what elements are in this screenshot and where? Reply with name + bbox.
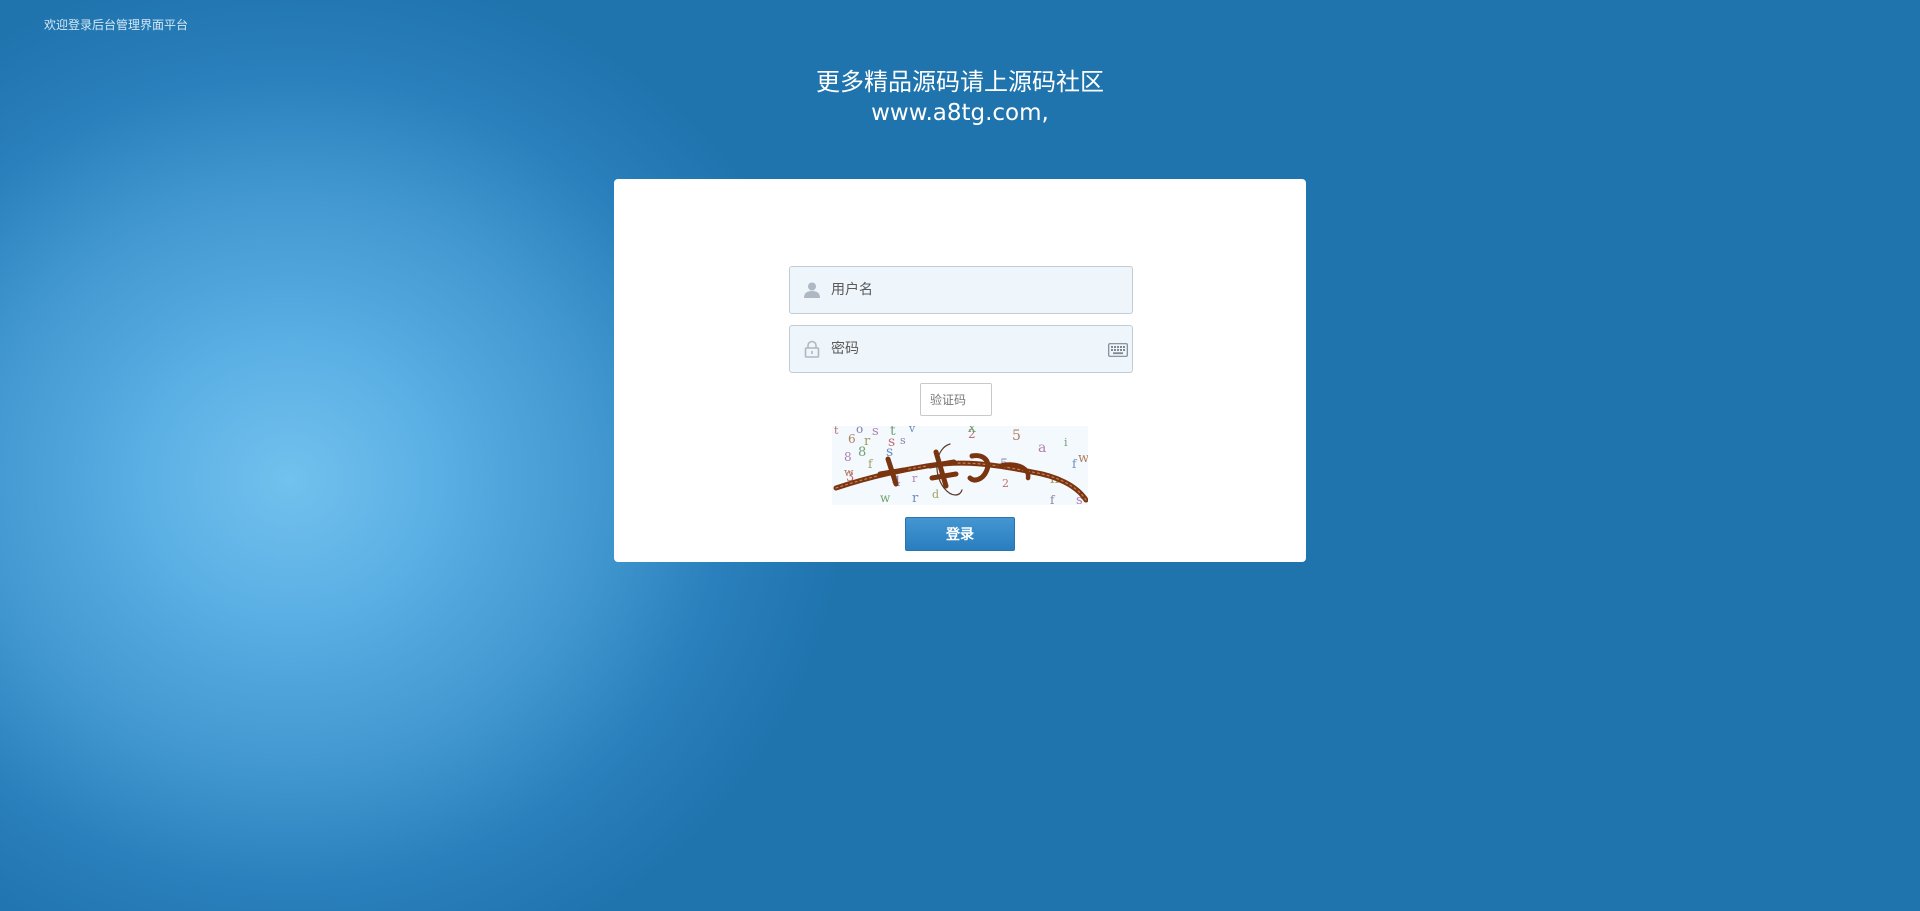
captcha-squiggle: [833, 443, 1089, 503]
captcha-noise-char: 6: [848, 432, 856, 446]
lock-icon: [802, 339, 822, 359]
password-field-wrapper: [789, 325, 1133, 373]
welcome-text: 欢迎登录后台管理界面平台: [44, 18, 189, 32]
captcha-noise-char: w: [880, 491, 891, 505]
captcha-noise-char: a: [1038, 440, 1046, 456]
headline: 更多精品源码请上源码社区 www.a8tg.com,: [0, 66, 1920, 129]
captcha-noise-char: 5: [1012, 428, 1021, 444]
user-icon: [802, 280, 822, 300]
captcha-noise-char: s: [872, 426, 879, 439]
captcha-noise-char: r: [912, 491, 919, 505]
captcha-noise-char: 8: [858, 445, 866, 460]
captcha-input[interactable]: [920, 383, 992, 416]
captcha-noise-char: t: [834, 426, 839, 437]
captcha-noise-char: w: [1078, 451, 1088, 466]
headline-line1: 更多精品源码请上源码社区: [816, 68, 1104, 96]
captcha-noise-char: s: [900, 434, 906, 447]
username-field-wrapper: [789, 266, 1133, 314]
captcha-noise-char: f: [1050, 493, 1056, 505]
captcha-noise-char: 8: [844, 450, 852, 464]
captcha-noise-char: x: [968, 426, 976, 436]
captcha-noise-char: i: [1064, 436, 1068, 449]
headline-line2: www.a8tg.com,: [871, 100, 1049, 126]
captcha-noise-char: o: [856, 426, 863, 436]
password-input[interactable]: [831, 326, 1108, 372]
captcha-noise-char: r: [912, 472, 918, 485]
captcha-noise-char: v: [908, 426, 916, 435]
captcha-noise-char: 2: [1002, 477, 1009, 490]
captcha-noise-char: d: [932, 488, 939, 501]
login-button[interactable]: 登录: [905, 517, 1015, 551]
keyboard-icon[interactable]: [1108, 342, 1128, 357]
captcha-image[interactable]: tostv6rss88swf34rwr5d25aifwn2fsx: [832, 420, 1089, 508]
captcha-noise-char: f: [868, 457, 874, 471]
username-input[interactable]: [831, 267, 1132, 313]
login-panel: tostv6rss88swf34rwr5d25aifwn2fsx 登录: [614, 179, 1306, 562]
